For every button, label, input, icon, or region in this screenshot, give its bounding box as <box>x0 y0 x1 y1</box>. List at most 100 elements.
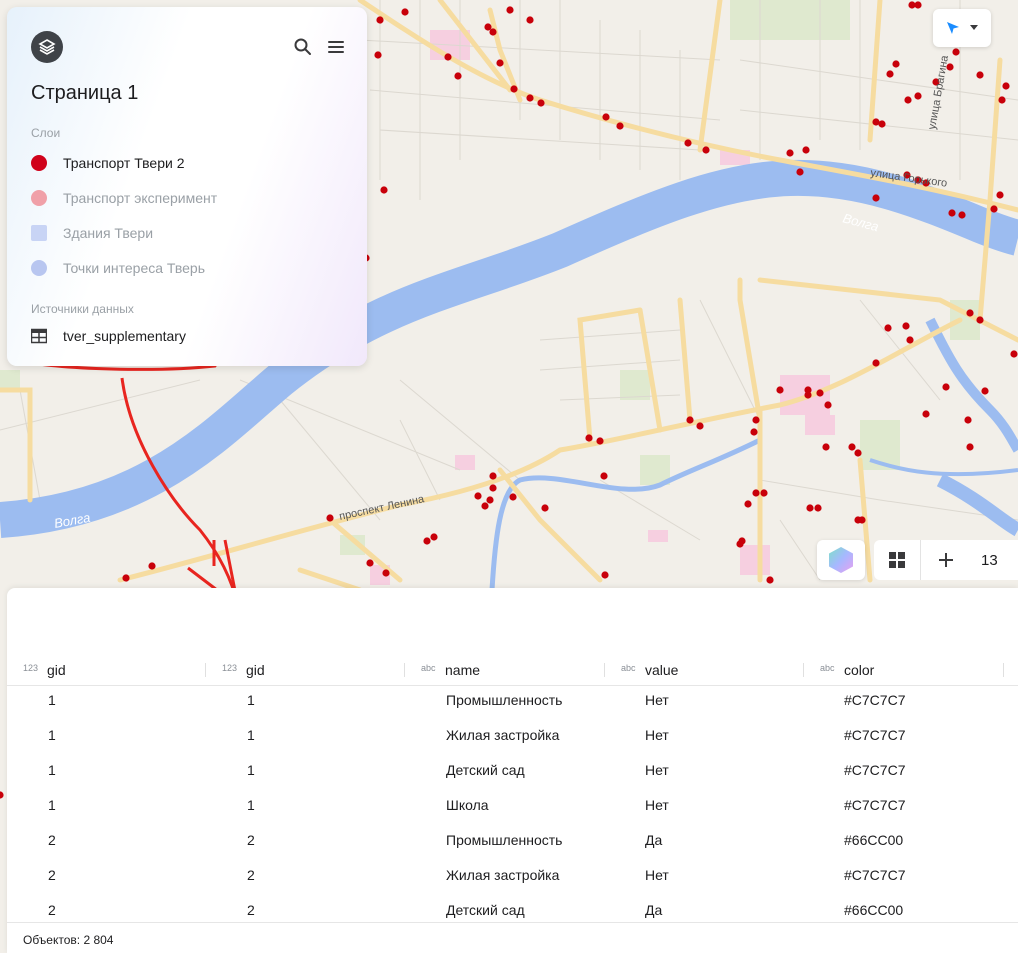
transport-stop-point[interactable] <box>481 502 489 510</box>
layer-item-transport-tver-2[interactable]: Транспорт Твери 2 <box>31 152 185 174</box>
column-header-value[interactable]: abc value <box>621 654 804 686</box>
transport-stop-point[interactable] <box>510 85 518 93</box>
transport-stop-point[interactable] <box>976 316 984 324</box>
transport-stop-point[interactable] <box>766 576 774 584</box>
transport-stop-point[interactable] <box>904 96 912 104</box>
transport-stop-point[interactable] <box>848 443 856 451</box>
menu-button[interactable] <box>326 37 346 57</box>
transport-stop-point[interactable] <box>489 28 497 36</box>
navigation-mode-button[interactable] <box>933 9 991 47</box>
transport-stop-point[interactable] <box>600 472 608 480</box>
transport-stop-point[interactable] <box>802 146 810 154</box>
transport-stop-point[interactable] <box>878 120 886 128</box>
transport-stop-point[interactable] <box>990 205 998 213</box>
table-row[interactable]: 1 1 Промышленность Нет #C7C7C7 <box>7 683 1018 718</box>
zoom-in-button[interactable] <box>921 540 971 580</box>
transport-stop-point[interactable] <box>752 416 760 424</box>
transport-stop-point[interactable] <box>744 500 752 508</box>
transport-stop-point[interactable] <box>489 484 497 492</box>
transport-stop-point[interactable] <box>602 113 610 121</box>
transport-stop-point[interactable] <box>872 194 880 202</box>
transport-stop-point[interactable] <box>686 416 694 424</box>
transport-stop-point[interactable] <box>854 449 862 457</box>
transport-stop-point[interactable] <box>976 71 984 79</box>
transport-stop-point[interactable] <box>914 92 922 100</box>
transport-stop-point[interactable] <box>541 504 549 512</box>
transport-stop-point[interactable] <box>998 96 1006 104</box>
source-item-tver-supplementary[interactable]: tver_supplementary <box>31 325 186 347</box>
table-row[interactable]: 2 2 Жилая застройка Нет #C7C7C7 <box>7 858 1018 893</box>
transport-stop-point[interactable] <box>752 489 760 497</box>
transport-stop-point[interactable] <box>1010 350 1018 358</box>
transport-stop-point[interactable] <box>537 99 545 107</box>
transport-stop-point[interactable] <box>496 59 504 67</box>
transport-stop-point[interactable] <box>814 504 822 512</box>
column-header-gid-2[interactable]: 123 gid <box>222 654 405 686</box>
transport-stop-point[interactable] <box>509 493 517 501</box>
transport-stop-point[interactable] <box>1002 82 1010 90</box>
transport-stop-point[interactable] <box>872 359 880 367</box>
transport-stop-point[interactable] <box>738 537 746 545</box>
transport-stop-point[interactable] <box>804 391 812 399</box>
transport-stop-point[interactable] <box>444 53 452 61</box>
search-button[interactable] <box>293 37 313 57</box>
column-divider[interactable] <box>205 663 206 677</box>
transport-stop-point[interactable] <box>423 537 431 545</box>
transport-stop-point[interactable] <box>886 70 894 78</box>
transport-stop-point[interactable] <box>374 51 382 59</box>
transport-stop-point[interactable] <box>964 416 972 424</box>
transport-stop-point[interactable] <box>506 6 514 14</box>
transport-stop-point[interactable] <box>382 569 390 577</box>
transport-stop-point[interactable] <box>430 533 438 541</box>
transport-stop-point[interactable] <box>902 322 910 330</box>
table-row[interactable]: 1 1 Жилая застройка Нет #C7C7C7 <box>7 718 1018 753</box>
transport-stop-point[interactable] <box>684 139 692 147</box>
layer-item-buildings-tver[interactable]: Здания Твери <box>31 222 153 244</box>
transport-stop-point[interactable] <box>696 422 704 430</box>
transport-stop-point[interactable] <box>796 168 804 176</box>
transport-stop-point[interactable] <box>601 571 609 579</box>
map-style-button[interactable] <box>817 540 865 580</box>
transport-stop-point[interactable] <box>824 401 832 409</box>
transport-stop-point[interactable] <box>858 516 866 524</box>
table-row[interactable]: 1 1 Детский сад Нет #C7C7C7 <box>7 753 1018 788</box>
transport-stop-point[interactable] <box>884 324 892 332</box>
transport-stop-point[interactable] <box>526 16 534 24</box>
transport-stop-point[interactable] <box>948 209 956 217</box>
transport-stop-point[interactable] <box>489 472 497 480</box>
column-header-gid[interactable]: 123 gid <box>23 654 206 686</box>
transport-stop-point[interactable] <box>122 574 130 582</box>
column-divider[interactable] <box>404 663 405 677</box>
transport-stop-point[interactable] <box>376 16 384 24</box>
table-row[interactable]: 1 1 Школа Нет #C7C7C7 <box>7 788 1018 823</box>
transport-stop-point[interactable] <box>952 48 960 56</box>
transport-stop-point[interactable] <box>906 336 914 344</box>
transport-stop-point[interactable] <box>914 1 922 9</box>
table-row[interactable]: 2 2 Промышленность Да #66CC00 <box>7 823 1018 858</box>
column-divider[interactable] <box>604 663 605 677</box>
transport-stop-point[interactable] <box>786 149 794 157</box>
transport-stop-point[interactable] <box>401 8 409 16</box>
transport-stop-point[interactable] <box>806 504 814 512</box>
transport-stop-point[interactable] <box>822 443 830 451</box>
column-divider[interactable] <box>1003 663 1004 677</box>
app-logo[interactable] <box>31 31 63 63</box>
transport-stop-point[interactable] <box>996 191 1004 199</box>
transport-stop-point[interactable] <box>148 562 156 570</box>
transport-stop-point[interactable] <box>366 559 374 567</box>
transport-stop-point[interactable] <box>966 309 974 317</box>
transport-stop-point[interactable] <box>966 443 974 451</box>
transport-stop-point[interactable] <box>486 496 494 504</box>
basemap-toggle-button[interactable] <box>874 540 920 580</box>
column-divider[interactable] <box>803 663 804 677</box>
transport-stop-point[interactable] <box>326 514 334 522</box>
transport-stop-point[interactable] <box>596 437 604 445</box>
transport-stop-point[interactable] <box>454 72 462 80</box>
transport-stop-point[interactable] <box>380 186 388 194</box>
transport-stop-point[interactable] <box>816 389 824 397</box>
transport-stop-point[interactable] <box>760 489 768 497</box>
transport-stop-point[interactable] <box>958 211 966 219</box>
layer-item-poi-tver[interactable]: Точки интереса Тверь <box>31 257 205 279</box>
transport-stop-point[interactable] <box>585 434 593 442</box>
transport-stop-point[interactable] <box>702 146 710 154</box>
